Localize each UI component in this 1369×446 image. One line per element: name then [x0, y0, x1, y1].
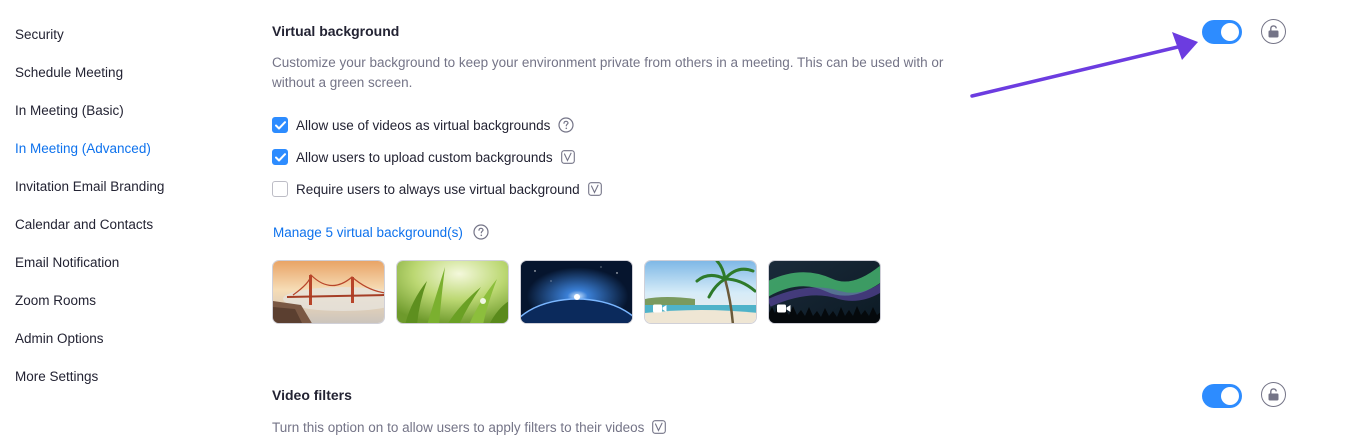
sidebar-item-in-meeting-basic[interactable]: In Meeting (Basic): [15, 103, 124, 118]
sidebar-item-zoom-rooms[interactable]: Zoom Rooms: [15, 293, 96, 308]
thumbnail-golden-gate-bridge[interactable]: [272, 260, 385, 324]
allow-upload-backgrounds-checkbox[interactable]: [272, 149, 288, 165]
help-icon[interactable]: [473, 224, 489, 240]
option-allow-upload-backgrounds: Allow users to upload custom backgrounds: [272, 148, 575, 166]
thumbnail-earth-from-space[interactable]: [520, 260, 633, 324]
video-icon: [653, 304, 667, 313]
sidebar-item-in-meeting-advanced[interactable]: In Meeting (Advanced): [15, 141, 151, 156]
thumbnail-green-grass[interactable]: [396, 260, 509, 324]
allow-upload-backgrounds-label: Allow users to upload custom backgrounds: [296, 149, 553, 165]
video-icon: [777, 304, 791, 313]
sidebar-item-admin-options[interactable]: Admin Options: [15, 331, 104, 346]
option-allow-video-backgrounds: Allow use of videos as virtual backgroun…: [272, 116, 574, 134]
virtual-background-title: Virtual background: [272, 23, 400, 39]
virtual-background-toggle[interactable]: [1202, 20, 1242, 44]
option-require-virtual-background: Require users to always use virtual back…: [272, 180, 602, 198]
thumbnail-beach-palm-tree[interactable]: [644, 260, 757, 324]
sidebar-item-email-notification[interactable]: Email Notification: [15, 255, 119, 270]
require-virtual-background-checkbox[interactable]: [272, 181, 288, 197]
sidebar-item-schedule-meeting[interactable]: Schedule Meeting: [15, 65, 123, 80]
video-filters-description: Turn this option on to allow users to ap…: [272, 419, 645, 435]
settings-main: Virtual background Customize your backgr…: [272, 0, 1369, 446]
video-filters-title: Video filters: [272, 387, 352, 403]
require-virtual-background-label: Require users to always use virtual back…: [296, 181, 580, 197]
manage-virtual-backgrounds-label[interactable]: Manage 5 virtual background(s): [273, 225, 463, 240]
settings-sidebar: Security Schedule Meeting In Meeting (Ba…: [0, 0, 240, 446]
version-icon: [560, 150, 575, 164]
virtual-background-thumbnails: [272, 260, 892, 324]
thumbnail-northern-lights[interactable]: [768, 260, 881, 324]
sidebar-item-invitation-email-branding[interactable]: Invitation Email Branding: [15, 179, 164, 194]
virtual-background-lock-icon[interactable]: [1261, 19, 1286, 44]
toggle-knob: [1221, 387, 1239, 405]
version-icon: [652, 420, 667, 434]
video-filters-description-row: Turn this option on to allow users to ap…: [272, 418, 667, 436]
sidebar-item-more-settings[interactable]: More Settings: [15, 369, 98, 384]
virtual-background-description: Customize your background to keep your e…: [272, 55, 944, 90]
toggle-knob: [1221, 23, 1239, 41]
manage-virtual-backgrounds-link[interactable]: Manage 5 virtual background(s): [273, 224, 489, 240]
sidebar-item-calendar-and-contacts[interactable]: Calendar and Contacts: [15, 217, 153, 232]
annotation-arrow-icon: [970, 32, 1198, 98]
allow-video-backgrounds-checkbox[interactable]: [272, 117, 288, 133]
help-icon[interactable]: [558, 117, 574, 133]
sidebar-item-security[interactable]: Security: [15, 27, 64, 42]
video-filters-toggle[interactable]: [1202, 384, 1242, 408]
version-icon: [587, 182, 602, 196]
allow-video-backgrounds-label: Allow use of videos as virtual backgroun…: [296, 117, 551, 133]
video-filters-lock-icon[interactable]: [1261, 382, 1286, 407]
